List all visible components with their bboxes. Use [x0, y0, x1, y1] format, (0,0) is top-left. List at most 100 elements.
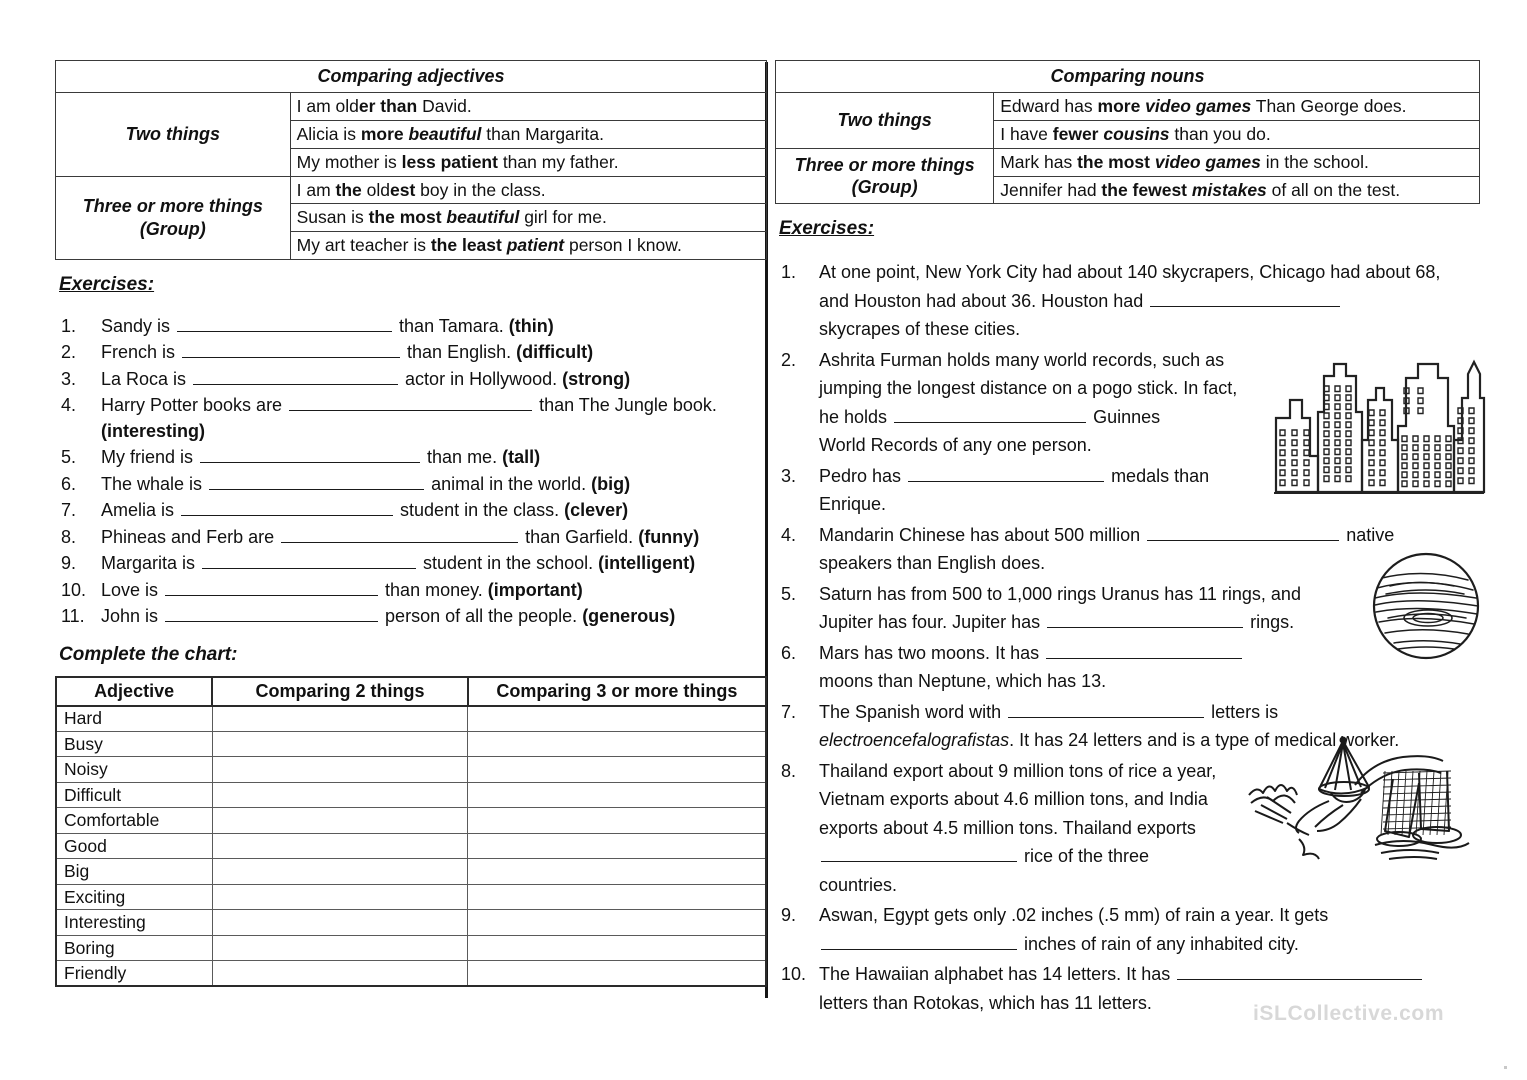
chart-answer-cell[interactable]: [467, 909, 768, 936]
text-run: Aswan, Egypt gets only .02 inches (.5 mm…: [819, 905, 1329, 926]
text-run: than my father.: [497, 151, 619, 172]
emphasis-bold: the least: [430, 235, 507, 256]
exercise-item: 2. French is than English. (difficult): [55, 340, 767, 366]
emphasis-bold: the fewest: [1101, 179, 1192, 200]
text-run: actor in Hollywood.: [400, 368, 563, 389]
text-run: person I know.: [564, 235, 682, 256]
chart-row: Comfortable: [54, 807, 768, 834]
exercise-number: 2.: [781, 349, 797, 370]
chart-answer-cell[interactable]: [467, 934, 768, 962]
chart-answer-cell[interactable]: [467, 756, 768, 783]
emphasis-bold: the: [335, 179, 362, 200]
chart-answer-cell[interactable]: [467, 705, 768, 732]
exercise-item: 9. Aswan, Egypt gets only .02 inches (.5 …: [775, 901, 1480, 958]
exercise-item: 1. Sandy is than Tamara. (thin): [55, 314, 767, 340]
exercise-number: 1.: [61, 315, 77, 336]
text-run: exports about 4.5 million tons. Thailand…: [819, 817, 1196, 838]
chart-answer-cell[interactable]: [467, 858, 768, 885]
exercise-item: 5. My friend is than me. (tall): [55, 445, 767, 471]
city-skyline-illustration: [1274, 359, 1486, 494]
emphasis-bold: more: [1097, 96, 1146, 117]
text-run: speakers than English does.: [819, 553, 1046, 574]
emphasis-bold: (funny): [638, 526, 700, 547]
emphasis-bold: er than: [358, 96, 418, 117]
text-run: person of all the people.: [380, 606, 583, 627]
answer-blank[interactable]: [193, 368, 399, 385]
answer-blank[interactable]: [181, 499, 394, 517]
chart-answer-cell[interactable]: [211, 730, 469, 758]
answer-blank[interactable]: [281, 526, 519, 543]
emphasis-bold: (clever): [564, 500, 629, 521]
chart-adjective-cell: Good: [54, 832, 213, 860]
answer-blank[interactable]: [1147, 524, 1340, 541]
answer-blank[interactable]: [289, 394, 533, 412]
chart-answer-cell[interactable]: [211, 781, 469, 809]
emphasis-bold: the most: [368, 207, 447, 228]
answer-blank[interactable]: [1177, 963, 1423, 981]
left-exercises-heading: Exercises:: [59, 273, 155, 295]
comparing-adjectives-table: Comparing adjectives Two things I am older…: [55, 59, 768, 260]
chart-answer-cell[interactable]: [211, 883, 469, 911]
text-run: letters than Rotokas, which has 11 lette…: [819, 992, 1152, 1013]
exercise-number: 8.: [781, 760, 797, 781]
right-column: Comparing nouns Two things Edward has more…: [774, 59, 1480, 1019]
chart-row: Exciting: [54, 883, 768, 911]
emphasis-bold-italic: beautiful: [408, 124, 482, 145]
chart-answer-cell[interactable]: [467, 781, 768, 809]
answer-blank[interactable]: [1046, 642, 1243, 659]
answer-blank[interactable]: [908, 465, 1105, 482]
text-run: boy in the class.: [415, 179, 546, 200]
answer-blank[interactable]: [202, 552, 417, 570]
chart-answer-cell[interactable]: [211, 756, 469, 783]
exercise-number: 6.: [61, 473, 77, 494]
answer-blank[interactable]: [821, 933, 1017, 950]
chart-answer-cell[interactable]: [467, 883, 768, 911]
emphasis-bold: (interesting): [101, 420, 206, 441]
row-label: Two things: [774, 92, 995, 149]
answer-blank[interactable]: [1150, 290, 1341, 307]
emphasis-bold: (generous): [582, 606, 676, 627]
text-run: Thailand export about 9 million tons of …: [819, 760, 1217, 781]
text-run: student in the school.: [418, 553, 599, 574]
text-run: Sandy is: [101, 315, 176, 336]
answer-blank[interactable]: [177, 315, 393, 332]
chart-answer-cell[interactable]: [211, 960, 469, 988]
answer-blank[interactable]: [894, 406, 1087, 423]
chart-answer-cell[interactable]: [211, 832, 469, 860]
chart-answer-cell[interactable]: [467, 730, 768, 758]
text-run: My friend is: [101, 447, 199, 468]
answer-blank[interactable]: [182, 341, 401, 359]
answer-blank[interactable]: [165, 579, 379, 596]
answer-blank[interactable]: [209, 473, 425, 490]
chart-answer-cell[interactable]: [467, 807, 768, 834]
chart-row: Noisy: [54, 756, 768, 783]
text-run: Ashrita Furman holds many world records,…: [819, 349, 1225, 370]
text-run: in the school.: [1260, 151, 1369, 172]
exercise-number: 3.: [61, 368, 77, 389]
text-run: Mars has two moons. It has: [819, 642, 1045, 663]
table-row: Two things I am older than David.: [55, 92, 768, 177]
text-run: than Garfield.: [520, 526, 639, 547]
answer-blank[interactable]: [1047, 611, 1244, 629]
text-run: and Houston had about 36. Houston had: [819, 290, 1149, 311]
exercise-number: 6.: [781, 642, 797, 663]
answer-blank[interactable]: [200, 446, 421, 464]
text-run: French is: [101, 342, 181, 363]
chart-answer-cell[interactable]: [211, 807, 469, 834]
answer-blank[interactable]: [165, 605, 379, 623]
emphasis-bold-italic: cousins: [1103, 124, 1170, 145]
table-row: Three or more things (Group) I am the olde…: [55, 175, 768, 260]
chart-answer-cell[interactable]: [211, 909, 469, 936]
chart-answer-cell[interactable]: [467, 960, 768, 988]
chart-row: Friendly: [54, 960, 768, 988]
text-run: Saturn has from 500 to 1,000 rings Uranu…: [819, 583, 1301, 604]
chart-answer-cell[interactable]: [211, 934, 469, 962]
chart-answer-cell[interactable]: [467, 832, 768, 860]
answer-blank[interactable]: [1008, 701, 1205, 718]
chart-answer-cell[interactable]: [211, 705, 469, 732]
text-run: Pedro has: [819, 465, 907, 486]
emphasis-bold: more: [360, 124, 409, 145]
example-sentence: I am the oldest boy in the class.: [289, 175, 768, 205]
answer-blank[interactable]: [821, 845, 1017, 863]
chart-answer-cell[interactable]: [211, 858, 469, 885]
